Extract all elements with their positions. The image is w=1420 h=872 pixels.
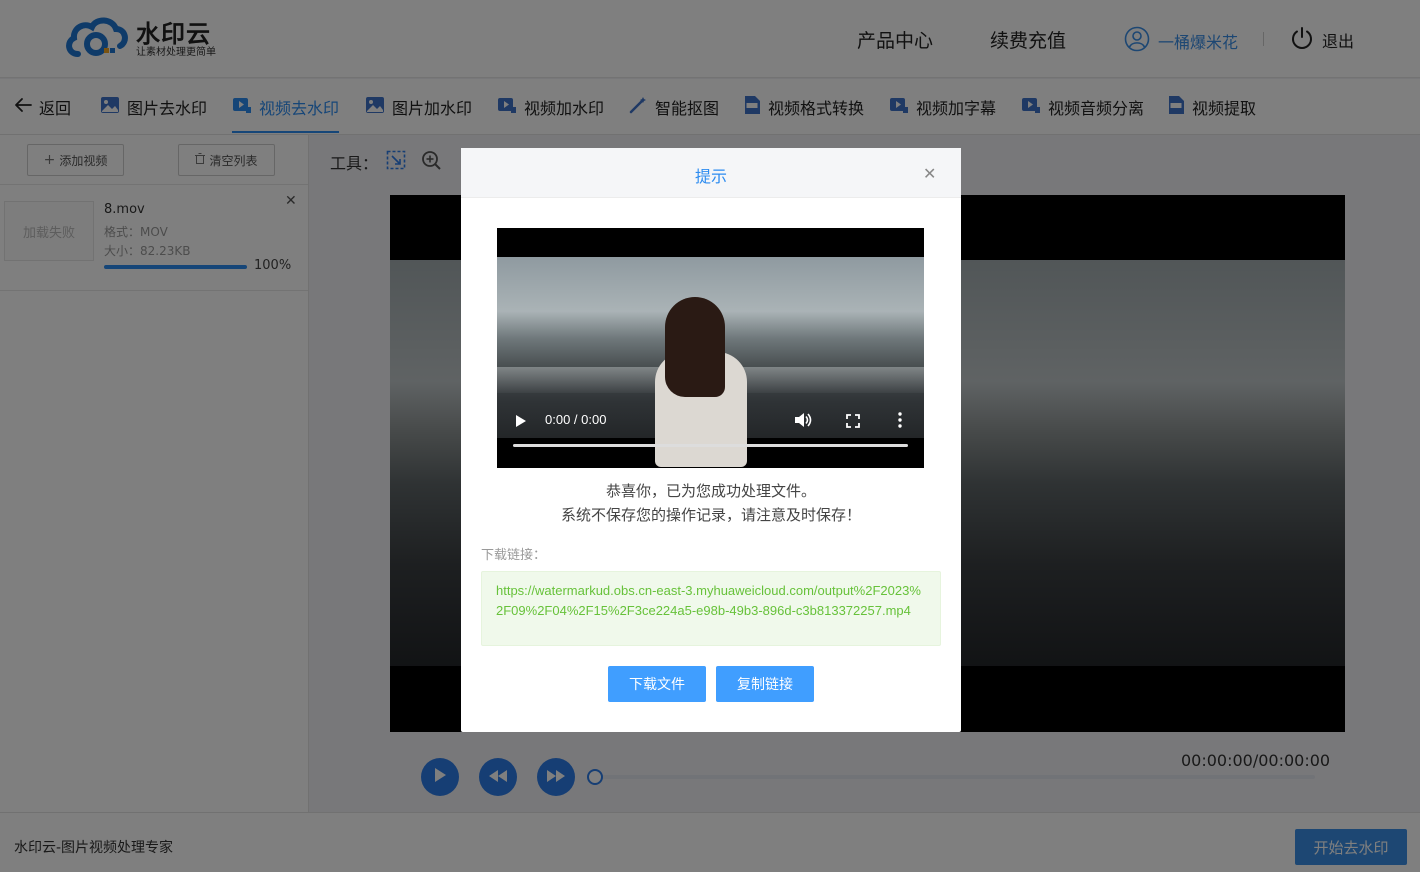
copy-link-button[interactable]: 复制链接 <box>716 666 814 702</box>
volume-icon[interactable] <box>794 412 812 432</box>
success-message: 恭喜你，已为您成功处理文件。 <box>605 482 816 500</box>
fullscreen-icon[interactable] <box>846 413 860 432</box>
download-file-button[interactable]: 下载文件 <box>608 666 706 702</box>
result-dialog: 提示 ✕ 0:00 / 0:00 恭喜你，已为您成功处理文件。 系统不保存您的操… <box>461 148 961 732</box>
player-controls: 0:00 / 0:00 <box>497 404 924 468</box>
more-options-icon[interactable] <box>898 412 902 432</box>
video-player[interactable]: 0:00 / 0:00 <box>497 228 924 468</box>
download-link-label: 下载链接： <box>481 548 547 563</box>
player-time: 0:00 / 0:00 <box>545 412 607 427</box>
save-reminder: 系统不保存您的操作记录，请注意及时保存！ <box>560 506 861 524</box>
dialog-header: 提示 ✕ <box>461 148 961 198</box>
dialog-title: 提示 <box>694 167 727 186</box>
player-progress-track[interactable] <box>513 444 908 447</box>
play-icon[interactable] <box>515 413 527 432</box>
figure-hair <box>665 297 725 397</box>
download-link-box[interactable]: https://watermarkud.obs.cn-east-3.myhuaw… <box>481 571 941 646</box>
close-icon[interactable]: ✕ <box>923 164 936 183</box>
